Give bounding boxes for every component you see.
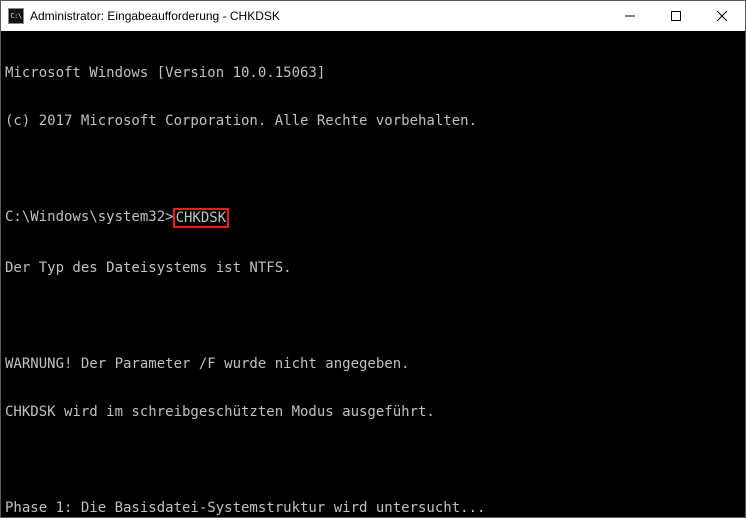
output-line: Der Typ des Dateisystems ist NTFS. bbox=[5, 260, 741, 276]
prompt-line: C:\Windows\system32>CHKDSK bbox=[5, 209, 741, 228]
output-line: CHKDSK wird im schreibgeschützten Modus … bbox=[5, 404, 741, 420]
app-icon-text: C:\ bbox=[10, 13, 21, 20]
window-controls bbox=[607, 1, 745, 31]
output-line: Phase 1: Die Basisdatei-Systemstruktur w… bbox=[5, 500, 741, 516]
terminal-output[interactable]: Microsoft Windows [Version 10.0.15063] (… bbox=[1, 31, 745, 517]
output-line: WARNUNG! Der Parameter /F wurde nicht an… bbox=[5, 356, 741, 372]
close-icon bbox=[717, 11, 727, 21]
output-blank bbox=[5, 161, 741, 177]
maximize-icon bbox=[671, 11, 681, 21]
maximize-button[interactable] bbox=[653, 1, 699, 31]
app-icon: C:\ bbox=[8, 8, 24, 24]
highlighted-command: CHKDSK bbox=[173, 208, 230, 228]
minimize-button[interactable] bbox=[607, 1, 653, 31]
output-blank bbox=[5, 308, 741, 324]
output-blank bbox=[5, 452, 741, 468]
close-button[interactable] bbox=[699, 1, 745, 31]
output-line: (c) 2017 Microsoft Corporation. Alle Rec… bbox=[5, 113, 741, 129]
window-title: Administrator: Eingabeaufforderung - CHK… bbox=[30, 9, 607, 23]
command-prompt-window: C:\ Administrator: Eingabeaufforderung -… bbox=[0, 0, 746, 518]
minimize-icon bbox=[625, 11, 635, 21]
prompt-prefix: C:\Windows\system32> bbox=[5, 209, 174, 228]
titlebar[interactable]: C:\ Administrator: Eingabeaufforderung -… bbox=[1, 1, 745, 31]
output-line: Microsoft Windows [Version 10.0.15063] bbox=[5, 65, 741, 81]
